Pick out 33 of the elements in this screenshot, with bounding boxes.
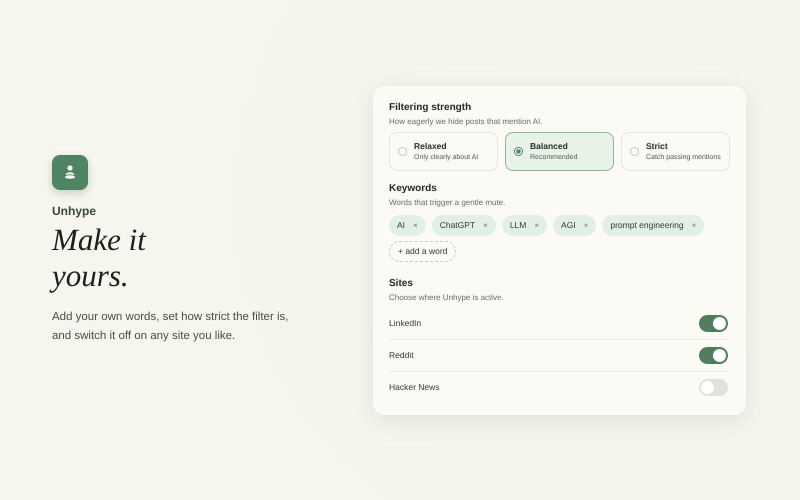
chip-label: ChatGPT — [440, 220, 476, 230]
site-name: LinkedIn — [389, 318, 422, 328]
remove-button[interactable]: × — [483, 220, 488, 230]
remove-button[interactable]: × — [534, 220, 540, 230]
chip-label: LLM — [510, 220, 526, 230]
remove-button[interactable]: × — [692, 220, 696, 230]
chip-label: prompt engineering — [610, 220, 684, 230]
radio-button[interactable] — [514, 146, 523, 156]
remove-button[interactable]: × — [584, 220, 588, 230]
site-name: Hacker News — [389, 382, 440, 392]
remove-button[interactable]: × — [413, 220, 418, 230]
site-name: Reddit — [389, 350, 414, 360]
radio-button[interactable] — [398, 146, 407, 156]
brand-name: Unhype — [52, 204, 98, 218]
add-word-button[interactable]: + add a word — [389, 240, 456, 262]
section-title: Keywords — [389, 182, 438, 194]
option-label: Relaxed — [414, 141, 448, 151]
section-subtitle: Words that trigger a gentle mute. — [389, 198, 506, 206]
toggle-switch[interactable] — [699, 346, 728, 364]
intro-text: Add your own words, set how strict the filter is, and switch it off on any site you like. — [52, 310, 290, 344]
chip-label: AGI — [561, 220, 576, 230]
option-label: Balanced — [530, 141, 569, 151]
toggle-switch[interactable] — [699, 378, 728, 396]
app-logo-icon — [52, 154, 88, 190]
radio-button[interactable] — [630, 146, 639, 156]
section-title: Filtering strength — [389, 102, 472, 112]
option-label: Strict — [646, 141, 669, 151]
section-title: Sites — [389, 278, 414, 288]
headline: Make it yours. — [52, 222, 373, 294]
chip-label: AI — [397, 220, 406, 230]
section-subtitle: Choose where Unhype is active. — [389, 292, 505, 302]
section-subtitle: How eagerly we hide posts that mention AI. — [389, 116, 544, 126]
toggle-switch[interactable] — [699, 314, 728, 332]
